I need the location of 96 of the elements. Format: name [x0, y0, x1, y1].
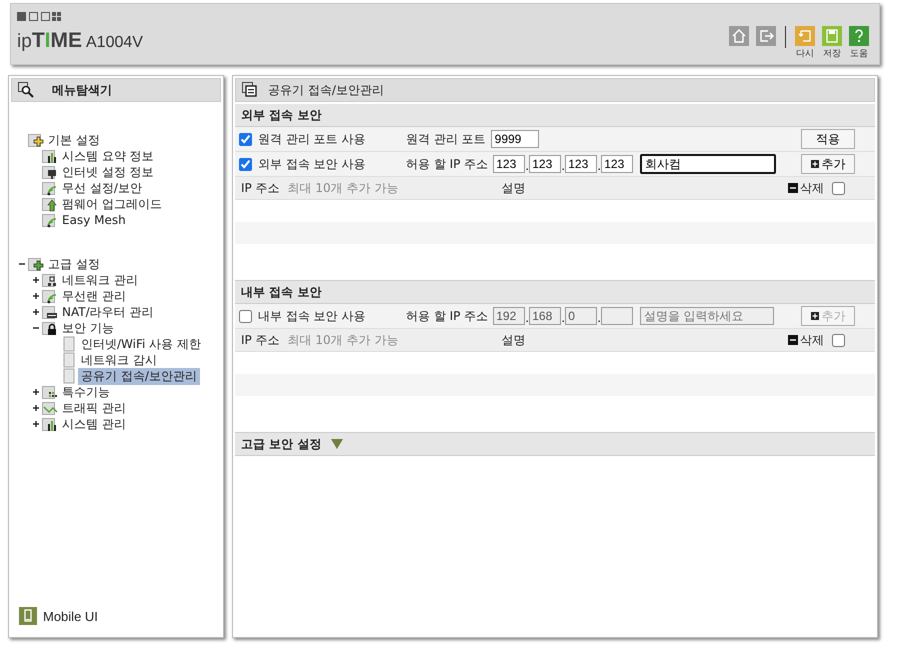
section-title: 고급 보안 설정 [241, 436, 322, 452]
tree-item[interactable]: 공유기 접속/보안관리 [78, 368, 200, 384]
mobile-ui-link[interactable]: Mobile UI [43, 608, 98, 624]
toolbar-label: 다시 [796, 48, 814, 60]
folder-icon [42, 148, 58, 164]
tree-item[interactable]: NAT/라우터 관리 [59, 304, 156, 320]
tree-item[interactable]: 네트워크 관리 [59, 272, 141, 288]
toolbar-label: 도움 [850, 48, 868, 60]
page-icon [242, 82, 258, 98]
column-header: 설명 [501, 180, 526, 196]
column-header: 설명 [501, 332, 526, 348]
ip-separator: . [525, 311, 530, 325]
column-header: 삭제 [800, 180, 824, 196]
hint-text: 최대 10개 추가 가능 [288, 180, 398, 196]
tree-item[interactable]: 인터넷 설정 정보 [59, 164, 157, 180]
checkbox-label: 내부 접속 보안 사용 [258, 308, 366, 324]
tree-item[interactable]: 시스템 관리 [59, 416, 129, 432]
phone-icon[interactable] [19, 607, 37, 625]
ip-octet-field[interactable]: 123 [565, 155, 598, 173]
ip-octet-field[interactable]: 123 [601, 155, 634, 173]
folder-icon [42, 416, 58, 432]
expand-icon[interactable] [31, 275, 41, 285]
ip-separator: . [561, 311, 566, 325]
description-field[interactable]: 회사컴 [640, 154, 776, 174]
tree-item[interactable]: 특수기능 [59, 384, 113, 400]
tree-item[interactable]: 인터넷/WiFi 사용 제한 [78, 336, 204, 352]
folder-icon [42, 288, 58, 304]
folder-icon [28, 132, 44, 148]
port-field[interactable]: 9999 [490, 130, 539, 148]
logo: ipTIME [17, 30, 82, 51]
ip-separator: . [597, 159, 602, 173]
checkbox-label: 외부 접속 보안 사용 [258, 156, 366, 172]
page-title: 공유기 접속/보안관리 [268, 82, 384, 98]
page-icon [61, 352, 77, 368]
tree-item[interactable]: Easy Mesh [59, 213, 129, 227]
window-controls-icon[interactable] [17, 12, 61, 22]
page-icon [61, 368, 77, 384]
plus-icon [810, 160, 818, 168]
minus-icon [788, 183, 798, 193]
ip-separator: . [525, 159, 530, 173]
apply-button[interactable]: 적용 [801, 129, 855, 149]
field-label: 원격 관리 포트 [406, 130, 486, 148]
column-header: IP 주소 [241, 180, 280, 196]
page-icon [61, 336, 77, 352]
ip-separator: . [597, 311, 602, 325]
field-label: 허용 할 IP 주소 [406, 308, 488, 324]
expand-arrow-icon[interactable] [331, 439, 344, 449]
tree-item[interactable]: 펌웨어 업그레이드 [59, 196, 165, 212]
tree-item[interactable]: 시스템 요약 정보 [59, 148, 157, 164]
folder-icon [28, 256, 44, 272]
tree-item[interactable]: 기본 설정 [45, 132, 103, 148]
tree-item[interactable]: 보안 기능 [59, 320, 117, 336]
checkbox[interactable] [832, 334, 845, 346]
expand-icon[interactable] [31, 387, 41, 397]
tree-item[interactable]: 무선 설정/보안 [59, 180, 145, 196]
model-name: A1004V [86, 35, 143, 51]
section-title: 내부 접속 보안 [241, 284, 322, 300]
folder-icon [42, 400, 58, 416]
ip-separator: . [561, 159, 566, 173]
folder-icon [42, 384, 58, 400]
minus-icon [788, 335, 798, 345]
checkbox[interactable] [832, 182, 845, 194]
help-icon[interactable] [849, 26, 869, 46]
search-icon [18, 82, 34, 98]
folder-icon [42, 196, 58, 212]
sidebar-title: 메뉴탐색기 [52, 82, 112, 98]
tree-item[interactable]: 트래픽 관리 [59, 400, 129, 416]
expand-icon[interactable] [31, 291, 41, 301]
checkbox-label: 원격 관리 포트 사용 [258, 130, 366, 148]
field-label: 허용 할 IP 주소 [406, 156, 488, 172]
checkbox[interactable] [239, 132, 252, 146]
logout-icon[interactable] [756, 26, 776, 46]
expand-icon[interactable] [31, 307, 41, 317]
toolbar-label: 저장 [823, 48, 841, 60]
folder-icon [42, 272, 58, 288]
ip-octet-field[interactable]: 123 [493, 155, 526, 173]
tree-item[interactable]: 무선랜 관리 [59, 288, 129, 304]
folder-icon [42, 304, 58, 320]
expand-icon[interactable] [31, 403, 41, 413]
folder-icon [42, 180, 58, 196]
expand-icon[interactable] [31, 419, 41, 429]
column-header: IP 주소 [241, 332, 280, 348]
folder-icon [42, 320, 58, 336]
add-button[interactable]: 추가 [801, 154, 855, 174]
plus-icon [810, 312, 818, 320]
hint-text: 최대 10개 추가 가능 [288, 332, 398, 348]
column-header: 삭제 [800, 332, 824, 348]
folder-icon [42, 212, 58, 228]
section-title: 외부 접속 보안 [241, 106, 322, 124]
folder-icon [42, 164, 58, 180]
checkbox[interactable] [239, 158, 252, 170]
tree-item[interactable]: 네트워크 감시 [78, 352, 160, 368]
home-icon[interactable] [729, 26, 749, 46]
tree-item[interactable]: 고급 설정 [45, 256, 103, 272]
section-header[interactable]: 고급 보안 설정 [235, 432, 875, 456]
ip-octet-field[interactable]: 123 [529, 155, 562, 173]
